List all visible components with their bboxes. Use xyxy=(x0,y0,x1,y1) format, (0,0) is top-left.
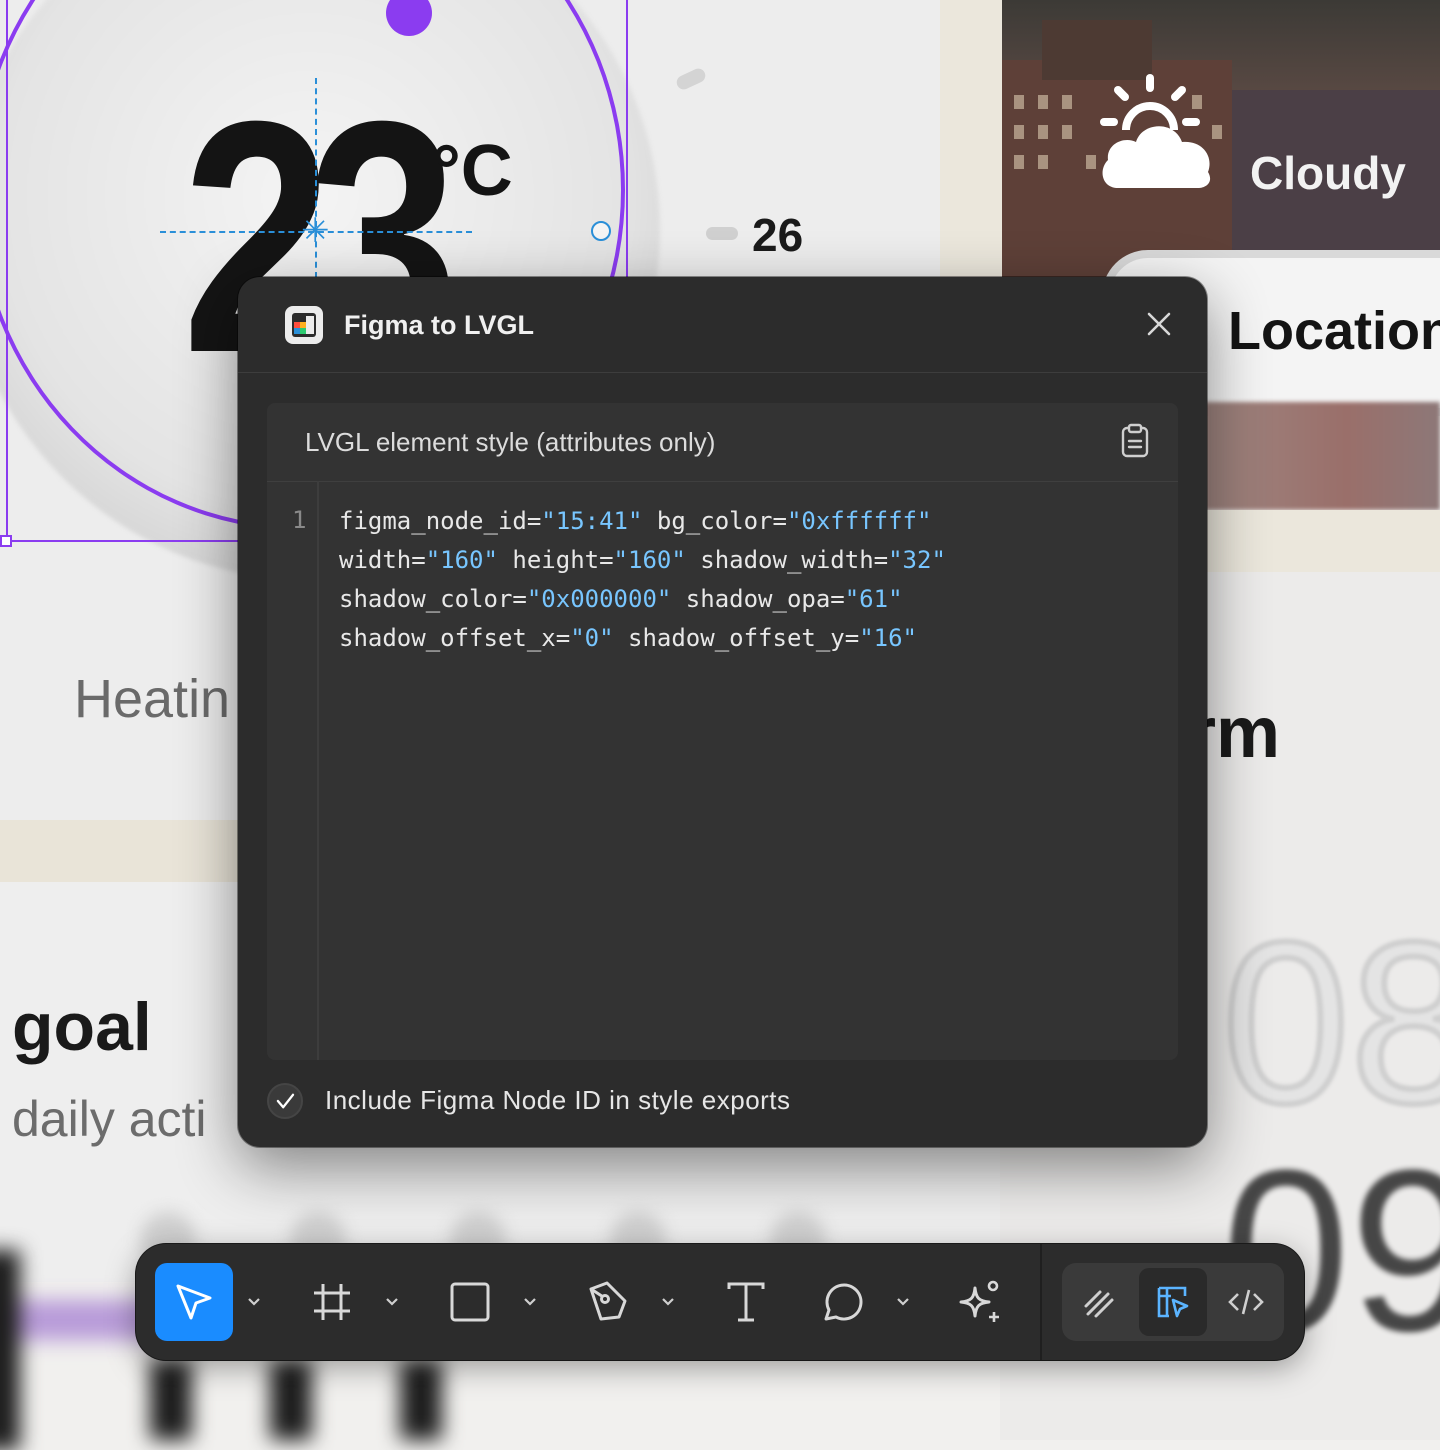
draw-icon xyxy=(1084,1290,1114,1318)
cursor-icon xyxy=(176,1284,212,1320)
text-icon xyxy=(727,1282,765,1322)
code-value: "16" xyxy=(859,624,917,652)
pen-icon xyxy=(589,1281,627,1321)
location-label: Location xyxy=(1228,301,1440,361)
frame-icon xyxy=(314,1284,350,1320)
actions-tool-button[interactable] xyxy=(942,1263,1020,1341)
text-tool-button[interactable] xyxy=(707,1263,785,1341)
code-key: bg_color= xyxy=(642,507,787,535)
code-key: width= xyxy=(339,546,426,574)
code-key: shadow_offset_y= xyxy=(613,624,860,652)
rectangle-tool-button[interactable] xyxy=(431,1263,509,1341)
code-value: "0xffffff" xyxy=(786,507,932,535)
blurred-bars xyxy=(120,1360,520,1440)
dev-mode-button[interactable] xyxy=(1212,1268,1280,1336)
comment-tool-chevron[interactable] xyxy=(894,1290,912,1314)
chevron-down-icon xyxy=(897,1298,909,1306)
chevron-down-icon xyxy=(524,1298,536,1306)
design-icon xyxy=(1157,1286,1189,1318)
daily-activity-label: daily acti xyxy=(12,1091,207,1147)
canvas-strip xyxy=(940,0,1002,280)
toolbar-divider xyxy=(1040,1244,1042,1360)
blurred-shape xyxy=(0,1250,20,1450)
frame-tool-chevron[interactable] xyxy=(383,1290,401,1314)
rectangle-icon xyxy=(450,1282,490,1322)
code-value: "160" xyxy=(425,546,498,574)
plugin-dialog: Figma to LVGL LVGL element style (attrib… xyxy=(238,277,1207,1147)
code-value: "61" xyxy=(844,585,903,613)
code-panel: LVGL element style (attributes only) 1 f… xyxy=(267,403,1178,1060)
code-panel-title: LVGL element style (attributes only) xyxy=(305,427,716,457)
code-key: height= xyxy=(497,546,614,574)
dialog-header: Figma to LVGL xyxy=(238,277,1207,373)
dialog-title: Figma to LVGL xyxy=(344,310,534,340)
weather-condition: Cloudy xyxy=(1250,147,1406,199)
anchor-point-icon: ✳ xyxy=(301,212,330,250)
code-line: figma_node_id="15:41" bg_color="0xffffff… xyxy=(339,502,1159,541)
comment-tool-button[interactable] xyxy=(804,1263,882,1341)
include-node-id-label[interactable]: Include Figma Node ID in style exports xyxy=(325,1085,791,1116)
code-key: shadow_color= xyxy=(339,585,527,613)
weather-card xyxy=(1002,0,1440,290)
clock-digits-top: 08 xyxy=(1219,891,1440,1154)
code-line: shadow_color="0x000000" shadow_opa="61" xyxy=(339,580,1159,619)
code-key: shadow_width= xyxy=(685,546,889,574)
chevron-down-icon xyxy=(248,1298,260,1306)
move-tool-button[interactable] xyxy=(155,1263,233,1341)
include-node-id-checkbox[interactable] xyxy=(267,1083,303,1119)
goal-label: goal xyxy=(12,989,152,1065)
code-line: shadow_offset_x="0" shadow_offset_y="16" xyxy=(339,619,1159,658)
draw-mode-button[interactable] xyxy=(1066,1268,1134,1336)
clipboard-icon[interactable] xyxy=(1119,423,1151,459)
line-gutter xyxy=(267,481,319,1060)
code-value: "0" xyxy=(570,624,614,652)
code-value: "15:41" xyxy=(541,507,643,535)
cloud-icon xyxy=(1102,126,1211,188)
chevron-down-icon xyxy=(386,1298,398,1306)
code-value: "0x000000" xyxy=(526,585,672,613)
chevron-down-icon xyxy=(662,1298,674,1306)
code-key: shadow_offset_x= xyxy=(339,624,571,652)
toolbar xyxy=(136,1244,1304,1360)
canvas-band xyxy=(1205,510,1440,572)
frame-tool-button[interactable] xyxy=(293,1263,371,1341)
code-panel-header: LVGL element style (attributes only) xyxy=(267,403,1178,482)
temperature-unit: °C xyxy=(432,131,513,211)
code-icon xyxy=(1228,1289,1264,1315)
code-key: figma_node_id= xyxy=(339,507,542,535)
sparkle-icon xyxy=(959,1280,999,1322)
blurred-band xyxy=(1205,402,1440,510)
pen-tool-button[interactable] xyxy=(569,1263,647,1341)
line-number: 1 xyxy=(292,506,307,534)
comment-icon xyxy=(824,1283,863,1321)
code-value: "160" xyxy=(613,546,686,574)
code-key: shadow_opa= xyxy=(671,585,845,613)
dial-tick xyxy=(706,227,738,240)
rectangle-tool-chevron[interactable] xyxy=(521,1290,539,1314)
pen-tool-chevron[interactable] xyxy=(659,1290,677,1314)
code-value: "32" xyxy=(888,546,946,574)
selection-handle[interactable] xyxy=(0,535,12,547)
canvas-band xyxy=(0,820,240,882)
dial-handle[interactable] xyxy=(591,221,611,241)
dial-tick-label: 26 xyxy=(752,209,804,261)
plugin-logo-icon xyxy=(285,306,323,344)
code-line: width="160" height="160" shadow_width="3… xyxy=(339,541,1159,580)
mode-switcher xyxy=(1062,1263,1284,1341)
design-mode-button[interactable] xyxy=(1139,1268,1207,1336)
close-icon[interactable] xyxy=(1142,307,1176,341)
move-tool-chevron[interactable] xyxy=(245,1290,263,1314)
code-editor[interactable]: figma_node_id="15:41" bg_color="0xffffff… xyxy=(339,502,1159,658)
heating-label: Heatin xyxy=(74,669,231,729)
